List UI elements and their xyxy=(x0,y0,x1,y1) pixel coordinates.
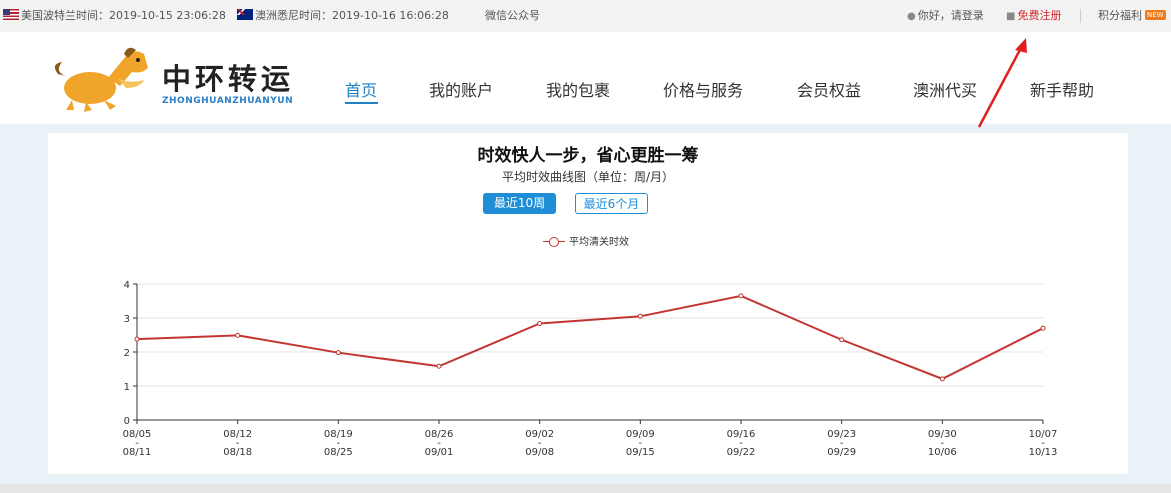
bottom-strip xyxy=(0,484,1171,493)
y-tick-label: 2 xyxy=(124,348,130,359)
data-point xyxy=(335,350,341,356)
x-tick-label: 09/15 xyxy=(626,447,655,458)
timeliness-panel: 时效快人一步，省心更胜一筹 平均时效曲线图（单位：周/月） 最近10周 最近6个… xyxy=(48,133,1128,474)
series-line xyxy=(136,294,1044,380)
data-point xyxy=(637,313,643,319)
x-tick-label: 09/22 xyxy=(727,447,756,458)
data-point xyxy=(839,337,845,343)
line-chart: 0123408/05-08/1108/12-08/1808/19-08/2508… xyxy=(123,280,1058,458)
x-tick-label: 08/25 xyxy=(324,447,353,458)
data-point xyxy=(537,320,543,326)
x-tick-label: 10/13 xyxy=(1029,447,1058,458)
x-tick-label: 08/18 xyxy=(223,447,252,458)
x-tick-label: 09/29 xyxy=(827,447,856,458)
data-point xyxy=(738,293,744,299)
data-point xyxy=(436,363,442,369)
x-tick-label: 09/08 xyxy=(525,447,554,458)
data-point xyxy=(1040,325,1046,331)
data-point xyxy=(939,376,945,382)
y-tick-label: 4 xyxy=(124,280,130,291)
x-tick-label: 09/01 xyxy=(425,447,454,458)
data-point xyxy=(134,336,140,342)
y-tick-label: 1 xyxy=(124,382,130,393)
x-tick-label: 08/11 xyxy=(123,447,152,458)
y-tick-label: 0 xyxy=(124,416,130,427)
y-tick-label: 3 xyxy=(124,314,130,325)
x-tick-label: 10/06 xyxy=(928,447,957,458)
data-point xyxy=(235,332,241,338)
